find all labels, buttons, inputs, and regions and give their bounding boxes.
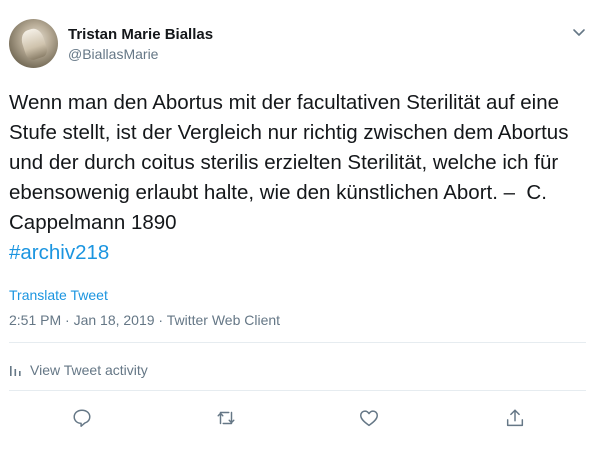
avatar-photo-shape xyxy=(18,26,50,62)
divider xyxy=(9,390,586,391)
author-name[interactable]: Tristan Marie Biallas xyxy=(68,26,213,43)
bar-chart-icon xyxy=(10,366,21,376)
tweet-timestamp[interactable]: 2:51 PM · Jan 18, 2019 · Twitter Web Cli… xyxy=(9,312,280,328)
retweet-icon[interactable] xyxy=(215,407,237,429)
view-tweet-activity[interactable]: View Tweet activity xyxy=(9,362,148,378)
divider xyxy=(9,342,586,343)
view-tweet-activity-label: View Tweet activity xyxy=(30,362,148,378)
tweet-actions xyxy=(0,404,596,434)
hashtag-link[interactable]: #archiv218 xyxy=(9,241,109,264)
reply-icon[interactable] xyxy=(71,407,93,429)
chevron-down-icon[interactable] xyxy=(571,24,587,40)
share-icon[interactable] xyxy=(504,407,526,429)
author-handle[interactable]: @BiallasMarie xyxy=(68,46,158,62)
heart-icon[interactable] xyxy=(358,407,380,429)
tweet-text: Wenn man den Abortus mit der facultative… xyxy=(9,88,594,268)
tweet-body: Wenn man den Abortus mit der facultative… xyxy=(9,91,575,234)
translate-tweet-link[interactable]: Translate Tweet xyxy=(9,287,108,303)
avatar[interactable] xyxy=(9,19,58,68)
